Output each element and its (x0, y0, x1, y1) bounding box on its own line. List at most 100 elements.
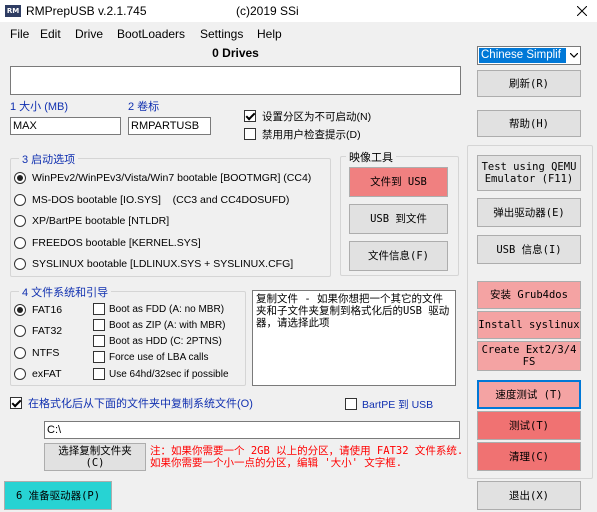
checkbox[interactable] (93, 303, 105, 315)
install-syslinux-label: Install syslinux (478, 319, 580, 331)
menu-settings[interactable]: Settings (200, 27, 243, 41)
checkbox[interactable] (244, 128, 256, 140)
checkbox[interactable] (93, 368, 105, 380)
boot-option-xp-bartpe[interactable]: XP/BartPE bootable [NTLDR] (14, 214, 169, 228)
usb-info-label: USB 信息(I) (496, 243, 562, 256)
clean-button[interactable]: 清理(C) (477, 442, 581, 471)
boot-option-freedos[interactable]: FREEDOS bootable [KERNEL.SYS] (14, 236, 201, 250)
radio-button[interactable] (14, 368, 26, 380)
test-label: 测试(T) (509, 419, 549, 432)
exit-button[interactable]: 退出(X) (477, 481, 581, 510)
install-grub4dos-button[interactable]: 安装 Grub4dos (477, 281, 581, 309)
menu-file[interactable]: File (10, 27, 29, 41)
menu-help[interactable]: Help (257, 27, 282, 41)
choose-copy-folder-button[interactable]: 选择复制文件夹 (C) (44, 443, 146, 471)
bartpe-to-usb-label: BartPE 到 USB (362, 398, 434, 411)
checkbox[interactable] (345, 398, 357, 410)
help-button[interactable]: 帮助(H) (477, 110, 581, 137)
eject-drive-label: 弹出驱动器(E) (493, 206, 565, 219)
volume-label: 2 卷标 (128, 101, 160, 113)
usb-to-file-button[interactable]: USB 到文件 (349, 204, 448, 234)
drive-list[interactable] (10, 66, 461, 95)
partition-size-note: 注：如果你需要一个 2GB 以上的分区，请使用 FAT32 文件系统. 如果你需… (150, 445, 464, 469)
checkbox[interactable] (244, 110, 256, 122)
size-label: 1 大小 (MB) (10, 101, 69, 113)
checkbox[interactable] (10, 397, 22, 409)
use-64hd-option[interactable]: Use 64hd/32sec if possible (93, 367, 229, 381)
no-user-prompts-option[interactable]: 禁用用户检查提示(D) (244, 127, 361, 141)
boot-flag-label: Force use of LBA calls (109, 351, 209, 363)
file-to-usb-button[interactable]: 文件到 USB (349, 167, 448, 197)
copy-files-label: 在格式化后从下面的文件夹中复制系统文件(O) (28, 398, 253, 410)
boot-as-hdd-option[interactable]: Boot as HDD (C: 2PTNS) (93, 334, 222, 348)
radio-button[interactable] (14, 237, 26, 249)
boot-option-label: MS-DOS bootable [IO.SYS] (CC3 and CC4DOS… (32, 194, 290, 206)
prepare-drive-button[interactable]: 6 准备驱动器(P) (4, 481, 112, 510)
boot-as-zip-option[interactable]: Boot as ZIP (A: with MBR) (93, 318, 226, 332)
fs-option-label: FAT16 (32, 304, 63, 316)
copy-files-option[interactable]: 在格式化后从下面的文件夹中复制系统文件(O) (10, 396, 253, 410)
help-text-box: 复制文件 - 如果你想把一个其它的文件夹和子文件夹复制到格式化后的USB 驱动器… (252, 290, 456, 386)
rm-logo-icon: RM (5, 5, 21, 17)
speed-test-button[interactable]: 速度测试 (T) (477, 380, 581, 409)
boot-option-label: WinPEv2/WinPEv3/Vista/Win7 bootable [BOO… (32, 172, 312, 184)
force-lba-option[interactable]: Force use of LBA calls (93, 350, 209, 364)
radio-button[interactable] (14, 304, 26, 316)
boot-flag-label: Boot as FDD (A: no MBR) (109, 303, 225, 315)
language-select[interactable]: Chinese Simplif (477, 46, 581, 65)
boot-option-syslinux[interactable]: SYSLINUX bootable [LDLINUX.SYS + SYSLINU… (14, 257, 293, 271)
fs-option-ntfs[interactable]: NTFS (14, 346, 59, 360)
boot-option-label: XP/BartPE bootable [NTLDR] (32, 215, 170, 227)
boot-option-winpe[interactable]: WinPEv2/WinPEv3/Vista/Win7 bootable [BOO… (14, 171, 311, 185)
fs-option-label: NTFS (32, 347, 60, 359)
eject-drive-button[interactable]: 弹出驱动器(E) (477, 198, 581, 227)
size-input[interactable] (10, 117, 121, 135)
refresh-button[interactable]: 刷新(R) (477, 70, 581, 97)
create-ext-fs-label-line1: Create Ext2/3/4 (481, 344, 577, 356)
qemu-test-button[interactable]: Test using QEMU Emulator (F11) (477, 155, 581, 191)
radio-button[interactable] (14, 172, 26, 184)
checkbox[interactable] (93, 335, 105, 347)
speed-test-label: 速度测试 (T) (495, 388, 563, 401)
filesystem-title: 4 文件系统和引导 (19, 284, 112, 300)
fs-option-exfat[interactable]: exFAT (14, 367, 62, 381)
test-button[interactable]: 测试(T) (477, 411, 581, 440)
volume-input[interactable] (128, 117, 211, 135)
boot-flag-label: Use 64hd/32sec if possible (109, 368, 229, 380)
menu-edit[interactable]: Edit (40, 27, 61, 41)
file-to-usb-label: 文件到 USB (370, 176, 427, 188)
non-bootable-option[interactable]: 设置分区为不可启动(N) (244, 109, 371, 123)
file-info-button[interactable]: 文件信息(F) (349, 241, 448, 271)
copy-source-path-input[interactable] (44, 421, 460, 439)
radio-button[interactable] (14, 347, 26, 359)
menu-drive[interactable]: Drive (75, 27, 103, 41)
help-button-label: 帮助(H) (509, 117, 549, 130)
radio-button[interactable] (14, 325, 26, 337)
menu-bootloaders[interactable]: BootLoaders (117, 27, 185, 41)
file-info-label: 文件信息(F) (368, 250, 429, 262)
install-syslinux-button[interactable]: Install syslinux (477, 311, 581, 339)
boot-option-msdos[interactable]: MS-DOS bootable [IO.SYS] (CC3 and CC4DOS… (14, 193, 289, 207)
fs-option-fat16[interactable]: FAT16 (14, 303, 62, 317)
usb-info-button[interactable]: USB 信息(I) (477, 235, 581, 264)
close-icon[interactable] (571, 2, 593, 20)
create-ext-fs-label-line2: FS (522, 356, 536, 368)
clean-label: 清理(C) (509, 450, 549, 463)
radio-button[interactable] (14, 258, 26, 270)
drives-count-label: 0 Drives (212, 46, 259, 60)
radio-button[interactable] (14, 194, 26, 206)
checkbox[interactable] (93, 351, 105, 363)
boot-options-title: 3 启动选项 (19, 151, 79, 167)
image-tools-title: 映像工具 (346, 149, 396, 165)
language-selected-value: Chinese Simplif (479, 48, 566, 63)
choose-copy-folder-label-line1: 选择复制文件夹 (58, 445, 132, 457)
bartpe-to-usb-option[interactable]: BartPE 到 USB (345, 397, 433, 411)
chevron-down-icon[interactable] (567, 48, 580, 63)
fs-option-fat32[interactable]: FAT32 (14, 324, 62, 338)
qemu-test-label-line1: Test using QEMU (481, 161, 577, 173)
create-ext-fs-button[interactable]: Create Ext2/3/4 FS (477, 341, 581, 371)
radio-button[interactable] (14, 215, 26, 227)
boot-as-fdd-option[interactable]: Boot as FDD (A: no MBR) (93, 302, 224, 316)
title-bar: RM RMPrepUSB v.2.1.745 (c)2019 SSi (0, 0, 597, 22)
checkbox[interactable] (93, 319, 105, 331)
